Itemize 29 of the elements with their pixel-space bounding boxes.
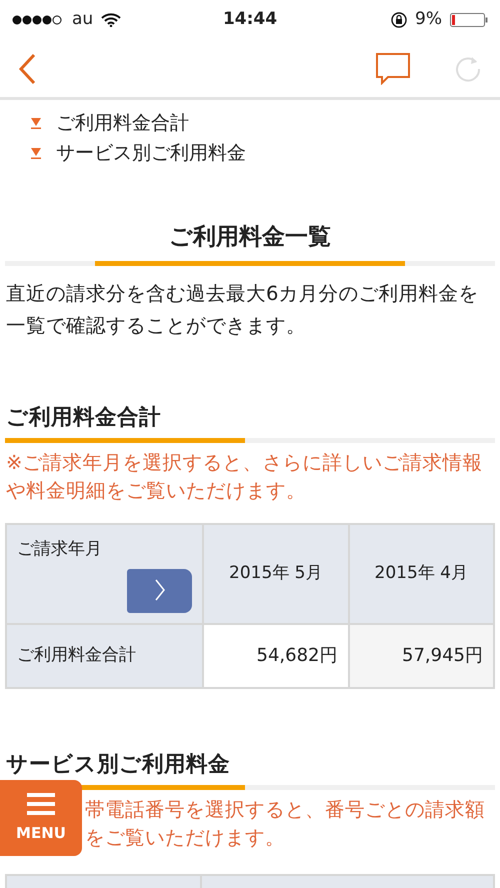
battery-icon bbox=[450, 13, 488, 27]
battery-percent: 9% bbox=[415, 8, 442, 32]
notice-text-line: をご覧いただけます。 bbox=[85, 825, 286, 851]
amount-cell: 54,682円 bbox=[203, 624, 348, 688]
menu-icon bbox=[27, 792, 55, 816]
notice-text: ※ご請求年月を選択すると、さらに詳しいご請求情報や料金明細をご覧いただけます。 bbox=[5, 450, 484, 504]
row-label-cell: ご利用料金合計 bbox=[6, 624, 203, 688]
section-heading: ご利用料金合計 bbox=[6, 404, 162, 432]
carrier-name: au bbox=[72, 8, 94, 32]
description-text: 直近の請求分を含む過去最大6カ月分のご利用料金を一覧で確認することができます。 bbox=[5, 280, 480, 338]
month-link[interactable]: 2015年 5月 bbox=[229, 563, 322, 583]
anchor-link[interactable]: ご利用料金合計 bbox=[56, 108, 189, 138]
rotation-lock-icon bbox=[391, 12, 408, 28]
month-link[interactable]: 2015年 4月 bbox=[374, 563, 468, 583]
down-triangle-icon bbox=[30, 147, 42, 159]
amount-cell: 57,945円 bbox=[348, 624, 494, 688]
anchor-link[interactable]: サービス別ご利用料金 bbox=[56, 138, 246, 168]
down-triangle-icon bbox=[30, 117, 42, 129]
back-icon[interactable] bbox=[18, 52, 36, 84]
status-time: 14:44 bbox=[222, 8, 278, 32]
page-title: ご利用料金一覧 bbox=[168, 223, 332, 252]
header-cell-label: ご請求年月 bbox=[17, 538, 102, 559]
notice-text-line: 帯電話番号を選択すると、番号ごとの請求額 bbox=[85, 797, 486, 823]
section-heading: サービス別ご利用料金 bbox=[6, 750, 231, 779]
chevron-right-icon bbox=[154, 579, 164, 602]
comment-icon[interactable] bbox=[376, 52, 410, 84]
next-button[interactable] bbox=[127, 568, 192, 613]
signal-icon bbox=[12, 15, 64, 25]
wifi-icon bbox=[101, 13, 122, 27]
